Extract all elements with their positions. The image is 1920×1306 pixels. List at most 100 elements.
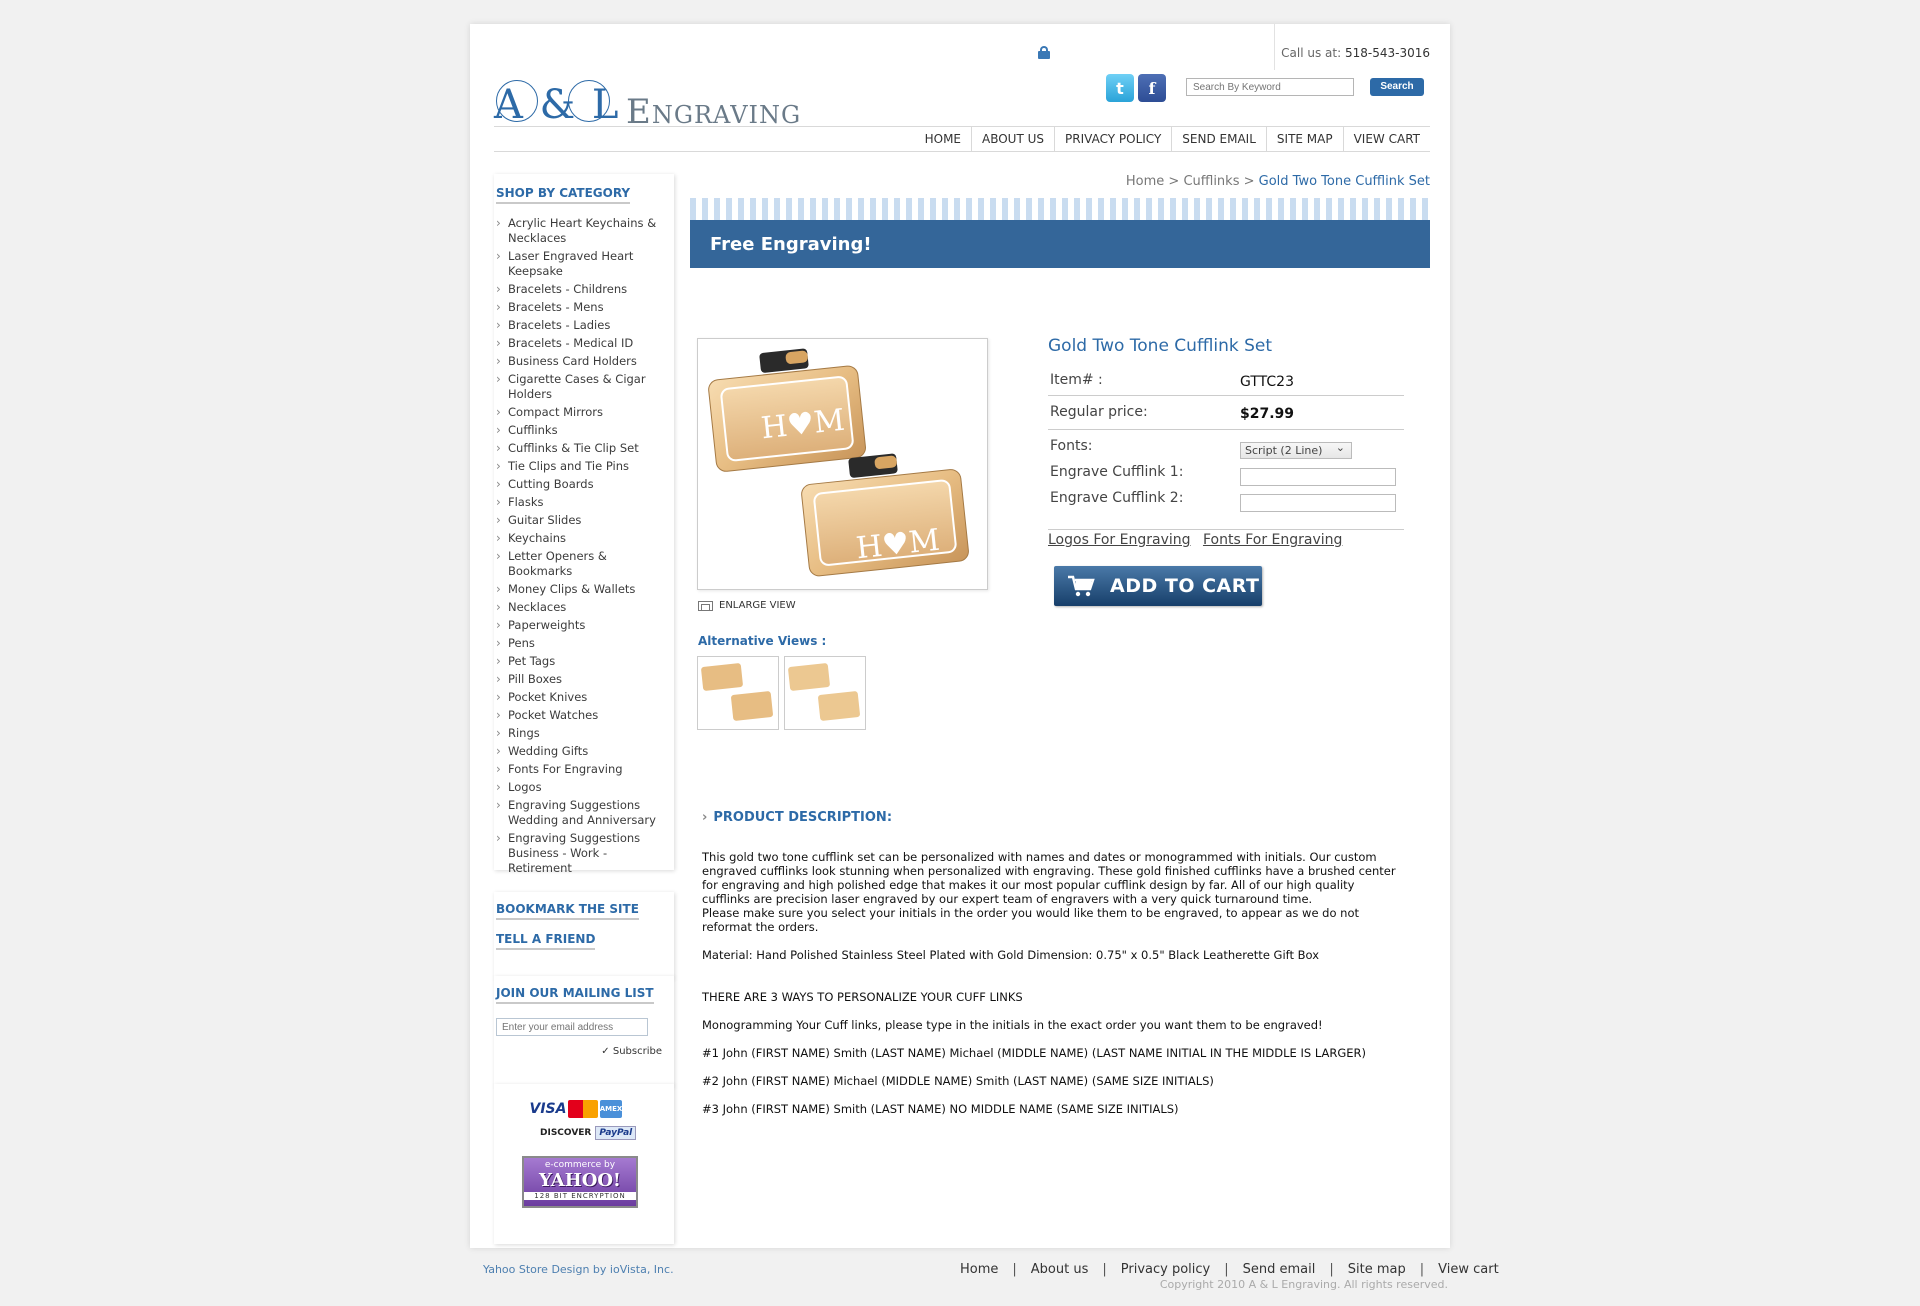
- category-item[interactable]: Cufflinks & Tie Clip Set: [494, 441, 672, 456]
- add-to-cart-label: ADD TO CART: [1110, 575, 1260, 597]
- logos-for-engraving-link[interactable]: Logos For Engraving: [1048, 532, 1191, 548]
- add-to-cart-button[interactable]: ADD TO CART: [1054, 566, 1262, 606]
- category-item[interactable]: Acrylic Heart Keychains & Necklaces: [494, 216, 672, 246]
- description-paragraph: #2 John (FIRST NAME) Michael (MIDDLE NAM…: [702, 1074, 1214, 1088]
- logo-primary-text: A & L: [494, 82, 621, 128]
- nav-site-map[interactable]: SITE MAP: [1265, 127, 1343, 151]
- category-item[interactable]: Bracelets - Ladies: [494, 318, 672, 333]
- fonts-label: Fonts:: [1050, 438, 1093, 454]
- category-item[interactable]: Guitar Slides: [494, 513, 672, 528]
- category-item[interactable]: Pet Tags: [494, 654, 672, 669]
- lock-icon: [1038, 46, 1050, 59]
- cart-icon: [1068, 575, 1095, 597]
- enlarge-view-link[interactable]: ENLARGE VIEW: [698, 600, 796, 611]
- subscribe-button[interactable]: ✓ Subscribe: [601, 1046, 662, 1057]
- email-field[interactable]: [496, 1018, 648, 1036]
- category-item[interactable]: Compact Mirrors: [494, 405, 672, 420]
- font-select[interactable]: Script (2 Line): [1240, 441, 1352, 459]
- top-nav: HOME ABOUT US PRIVACY POLICY SEND EMAIL …: [494, 126, 1430, 152]
- footer-link-about[interactable]: About us: [1031, 1262, 1089, 1277]
- mailing-list-box: JOIN OUR MAILING LIST ✓ Subscribe: [494, 976, 674, 1086]
- category-item[interactable]: Pill Boxes: [494, 672, 672, 687]
- nav-about-us[interactable]: ABOUT US: [971, 127, 1054, 151]
- item-number-value: GTTC23: [1240, 374, 1294, 390]
- category-item[interactable]: Bracelets - Mens: [494, 300, 672, 315]
- payment-box: VISA AMEX DISCOVER PayPal e-commerce by …: [494, 1084, 674, 1244]
- alt-view-thumb-1[interactable]: [697, 656, 779, 730]
- category-item[interactable]: Bracelets - Childrens: [494, 282, 672, 297]
- engrave-cufflink-2-field[interactable]: [1240, 494, 1396, 512]
- card-logos-2: DISCOVER PayPal: [540, 1126, 637, 1140]
- footer-link-send-email[interactable]: Send email: [1243, 1262, 1316, 1277]
- nav-view-cart[interactable]: VIEW CART: [1342, 127, 1430, 151]
- call-us: Call us at: 518-543-3016: [1281, 46, 1430, 60]
- category-item[interactable]: Keychains: [494, 531, 672, 546]
- site-logo[interactable]: A & L Engraving: [494, 56, 854, 136]
- tell-friend-link[interactable]: TELL A FRIEND: [496, 932, 596, 950]
- social-links: t f: [1106, 74, 1166, 102]
- category-item[interactable]: Laser Engraved Heart Keepsake: [494, 249, 672, 279]
- category-item[interactable]: Necklaces: [494, 600, 672, 615]
- engrave-cufflink-1-field[interactable]: [1240, 468, 1396, 486]
- nav-send-email[interactable]: SEND EMAIL: [1171, 127, 1266, 151]
- category-item[interactable]: Bracelets - Medical ID: [494, 336, 672, 351]
- footer-link-site-map[interactable]: Site map: [1348, 1262, 1406, 1277]
- cufflinks-image: [708, 348, 969, 577]
- fonts-for-engraving-link[interactable]: Fonts For Engraving: [1203, 532, 1342, 548]
- subscribe-label: Subscribe: [612, 1046, 662, 1057]
- nav-home[interactable]: HOME: [915, 127, 971, 151]
- category-item[interactable]: Tie Clips and Tie Pins: [494, 459, 672, 474]
- yahoo-badge[interactable]: e-commerce by YAHOO! 128 BIT ENCRYPTION: [522, 1156, 638, 1208]
- description-paragraph: This gold two tone cufflink set can be p…: [702, 850, 1396, 906]
- yahoo-badge-line2: YAHOO!: [539, 1170, 621, 1191]
- category-item[interactable]: Engraving Suggestions Business - Work - …: [494, 831, 672, 876]
- page-container: A & L Engraving Call us at: 518-543-3016…: [470, 24, 1450, 1248]
- footer-link-privacy[interactable]: Privacy policy: [1121, 1262, 1210, 1277]
- category-item[interactable]: Pocket Knives: [494, 690, 672, 705]
- bookmark-link[interactable]: BOOKMARK THE SITE: [496, 902, 639, 920]
- description-paragraph: THERE ARE 3 WAYS TO PERSONALIZE YOUR CUF…: [702, 990, 1023, 1004]
- alt-view-thumb-2[interactable]: [784, 656, 866, 730]
- search-button[interactable]: Search: [1370, 78, 1424, 96]
- category-item[interactable]: Paperweights: [494, 618, 672, 633]
- category-item[interactable]: Money Clips & Wallets: [494, 582, 672, 597]
- amex-logo: AMEX: [600, 1100, 622, 1118]
- category-item[interactable]: Pens: [494, 636, 672, 651]
- footer-nav: Home | About us | Privacy policy | Send …: [960, 1262, 1499, 1277]
- twitter-icon[interactable]: t: [1106, 74, 1134, 102]
- product-description-title: PRODUCT DESCRIPTION:: [702, 810, 892, 825]
- category-item[interactable]: Cufflinks: [494, 423, 672, 438]
- enlarge-view-label: ENLARGE VIEW: [719, 600, 796, 611]
- product-image[interactable]: [697, 338, 988, 590]
- breadcrumb-home[interactable]: Home: [1126, 174, 1164, 189]
- breadcrumb-separator: >: [1239, 174, 1259, 189]
- footer-separator: |: [1419, 1262, 1425, 1277]
- phone-number: 518-543-3016: [1344, 46, 1430, 60]
- footer-separator: |: [1102, 1262, 1107, 1277]
- product-title: Gold Two Tone Cufflink Set: [1048, 336, 1273, 356]
- category-item[interactable]: Rings: [494, 726, 672, 741]
- description-paragraph: Monogramming Your Cuff links, please typ…: [702, 1018, 1323, 1032]
- category-item[interactable]: Business Card Holders: [494, 354, 672, 369]
- category-item[interactable]: Pocket Watches: [494, 708, 672, 723]
- enlarge-icon: [698, 600, 713, 611]
- nav-privacy-policy[interactable]: PRIVACY POLICY: [1054, 127, 1171, 151]
- category-item[interactable]: Cigarette Cases & Cigar Holders: [494, 372, 672, 402]
- description-paragraph: Material: Hand Polished Stainless Steel …: [702, 948, 1320, 962]
- category-item[interactable]: Flasks: [494, 495, 672, 510]
- category-item[interactable]: Logos: [494, 780, 672, 795]
- breadcrumb-category[interactable]: Cufflinks: [1183, 174, 1239, 189]
- facebook-icon[interactable]: f: [1138, 74, 1166, 102]
- footer-link-view-cart[interactable]: View cart: [1438, 1262, 1499, 1277]
- category-item[interactable]: Letter Openers & Bookmarks: [494, 549, 672, 579]
- category-item[interactable]: Fonts For Engraving: [494, 762, 672, 777]
- promo-banner-text: Free Engraving!: [710, 234, 872, 255]
- mailing-list-title: JOIN OUR MAILING LIST: [496, 986, 654, 1004]
- category-list: Acrylic Heart Keychains & Necklaces Lase…: [494, 216, 674, 876]
- category-item[interactable]: Wedding Gifts: [494, 744, 672, 759]
- category-item[interactable]: Engraving Suggestions Wedding and Annive…: [494, 798, 672, 828]
- footer-link-home[interactable]: Home: [960, 1262, 998, 1277]
- footer-credit[interactable]: Yahoo Store Design by ioVista, Inc.: [483, 1263, 674, 1276]
- search-input[interactable]: [1186, 78, 1354, 96]
- category-item[interactable]: Cutting Boards: [494, 477, 672, 492]
